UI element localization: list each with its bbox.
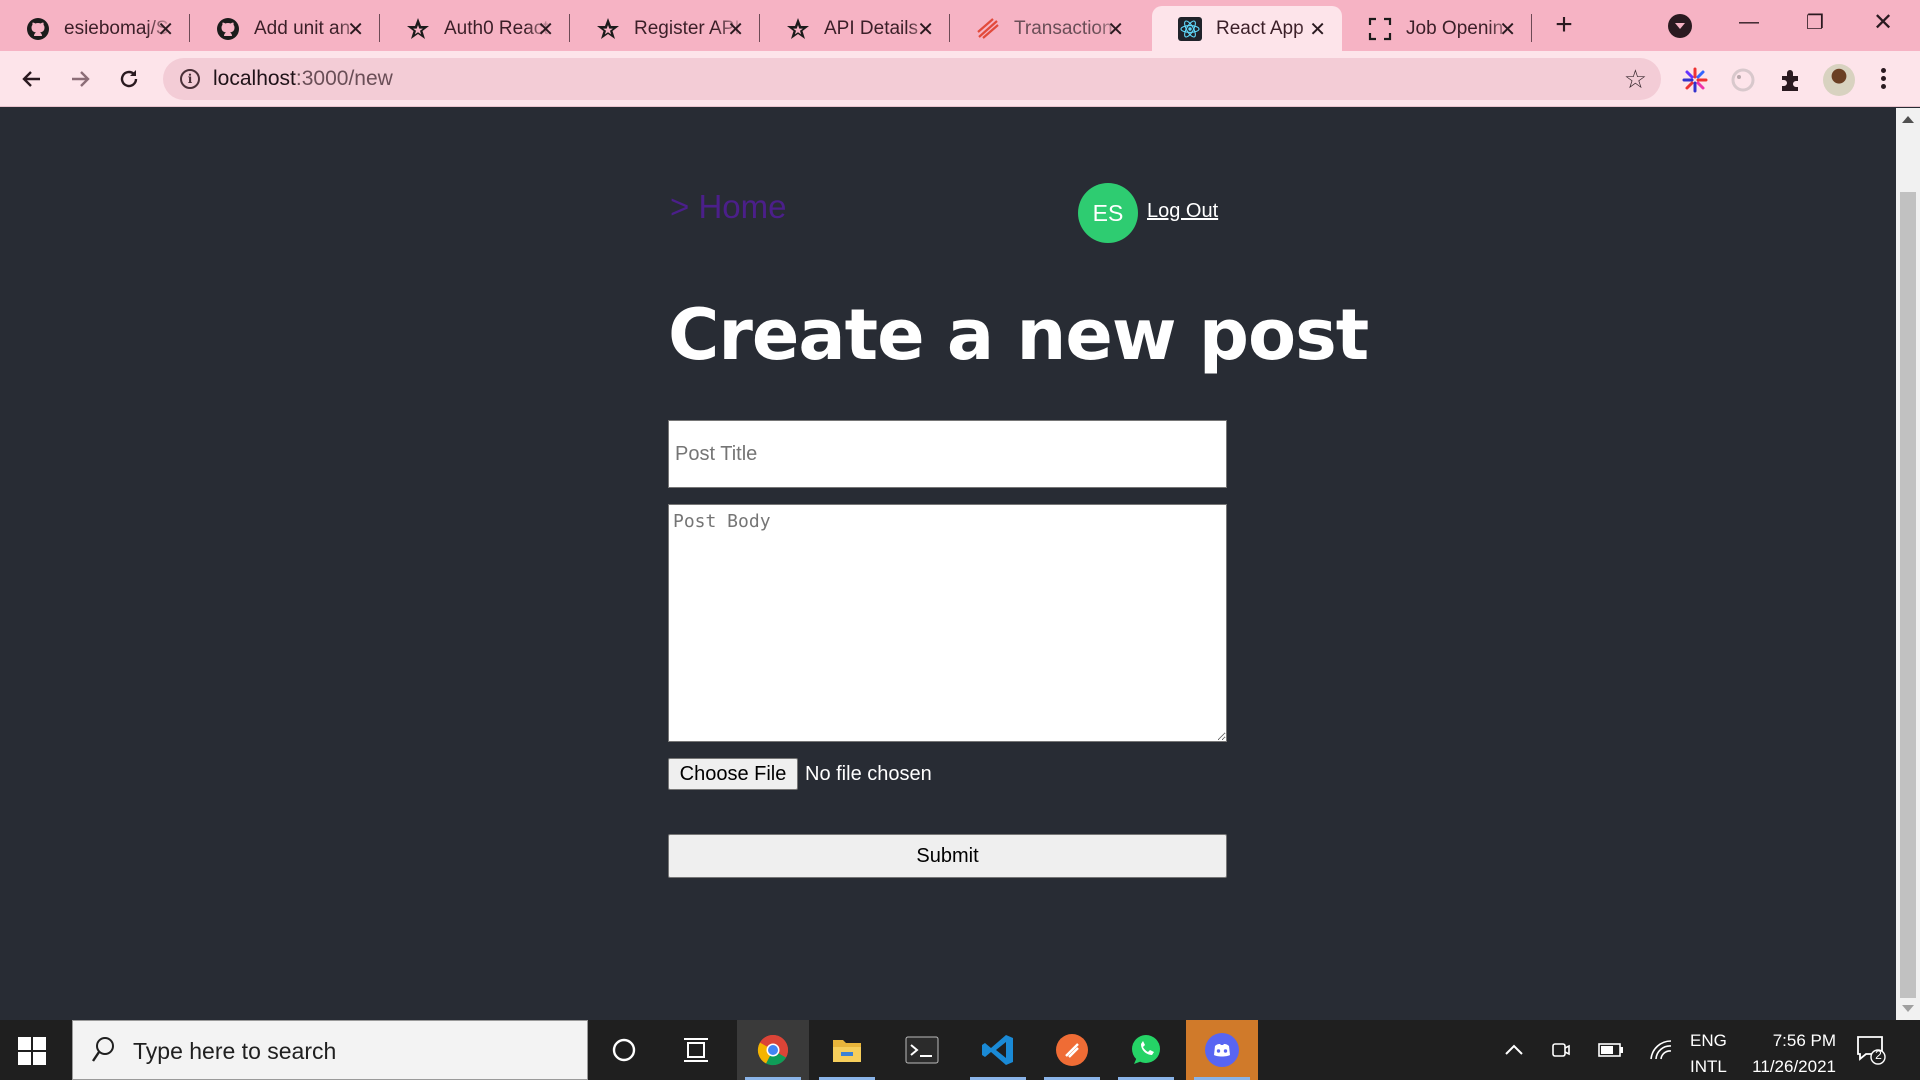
terminal-icon[interactable] bbox=[886, 1020, 958, 1080]
forward-icon[interactable] bbox=[62, 61, 98, 97]
logout-link[interactable]: Log Out bbox=[1147, 200, 1218, 223]
profile-avatar[interactable] bbox=[1823, 64, 1855, 96]
clock[interactable]: 7:56 PM 11/26/2021 bbox=[1740, 1028, 1836, 1080]
scroll-up-icon[interactable] bbox=[1902, 116, 1914, 123]
url-host: localhost bbox=[213, 67, 296, 90]
close-icon[interactable]: ✕ bbox=[1499, 17, 1516, 42]
taskbar-search[interactable]: Type here to search bbox=[72, 1020, 588, 1080]
tab-react-app[interactable]: React App ✕ bbox=[1152, 6, 1342, 51]
url-path: :3000/new bbox=[295, 67, 393, 90]
notification-center-icon[interactable]: 2 bbox=[1856, 1034, 1886, 1066]
close-icon[interactable]: ✕ bbox=[1107, 17, 1124, 42]
url-text[interactable]: localhost:3000/new bbox=[213, 67, 393, 91]
tab-add-unit[interactable]: Add unit an ✕ bbox=[190, 6, 380, 51]
notification-count: 2 bbox=[1875, 1048, 1882, 1062]
tab-register-api[interactable]: Register API ✕ bbox=[570, 6, 760, 51]
wifi-icon[interactable] bbox=[1644, 1020, 1678, 1080]
extensions-puzzle-icon[interactable] bbox=[1776, 65, 1806, 95]
home-link[interactable]: > Home bbox=[670, 188, 786, 226]
page-content: > Home ES Log Out Create a new post Choo… bbox=[0, 108, 1896, 1020]
choose-file-button[interactable]: Choose File bbox=[668, 758, 798, 790]
whatsapp-icon[interactable] bbox=[1110, 1020, 1182, 1080]
minimize-icon[interactable]: — bbox=[1718, 0, 1780, 44]
tab-separator bbox=[1531, 14, 1532, 42]
extension-spinner-icon[interactable] bbox=[1728, 65, 1758, 95]
postman-app-icon[interactable] bbox=[1036, 1020, 1108, 1080]
restore-icon[interactable]: ❐ bbox=[1784, 0, 1846, 44]
show-hidden-icons-chevron-icon[interactable] bbox=[1496, 1020, 1532, 1080]
close-icon[interactable]: ✕ bbox=[347, 17, 364, 42]
info-icon[interactable]: i bbox=[180, 69, 200, 89]
user-avatar: ES bbox=[1078, 183, 1138, 243]
tab-job-openings[interactable]: Job Openin ✕ bbox=[1342, 6, 1532, 51]
battery-icon[interactable] bbox=[1594, 1020, 1628, 1080]
close-icon[interactable]: ✕ bbox=[157, 17, 174, 42]
page-title: Create a new post bbox=[668, 294, 1369, 376]
tab-api-details[interactable]: API Details ✕ bbox=[760, 6, 950, 51]
auth0-icon bbox=[596, 17, 620, 41]
clock-date: 11/26/2021 bbox=[1752, 1057, 1836, 1076]
clock-time: 7:56 PM bbox=[1772, 1031, 1836, 1050]
task-view-icon[interactable] bbox=[660, 1020, 732, 1080]
language-code: ENG bbox=[1690, 1031, 1727, 1050]
chrome-icon[interactable] bbox=[737, 1020, 809, 1080]
scrollbar-thumb[interactable] bbox=[1900, 192, 1916, 998]
windows-start-icon[interactable] bbox=[18, 1037, 46, 1065]
reload-icon[interactable] bbox=[111, 61, 147, 97]
meet-now-icon[interactable] bbox=[1546, 1020, 1576, 1080]
discord-icon[interactable] bbox=[1186, 1020, 1258, 1080]
github-icon bbox=[216, 17, 240, 41]
close-icon[interactable]: ✕ bbox=[1309, 17, 1326, 42]
page-scrollbar[interactable] bbox=[1896, 108, 1920, 1020]
browser-toolbar: i localhost:3000/new ☆ bbox=[0, 51, 1920, 107]
scroll-down-icon[interactable] bbox=[1902, 1005, 1914, 1012]
search-placeholder: Type here to search bbox=[133, 1038, 337, 1064]
tab-transaction[interactable]: Transaction ✕ bbox=[950, 6, 1140, 51]
tab-strip: esiebomaj/S ✕ Add unit an ✕ Auth0 React … bbox=[0, 0, 1920, 51]
fullscreen-icon bbox=[1368, 17, 1392, 41]
postman-icon bbox=[976, 17, 1000, 41]
tab-search-icon[interactable] bbox=[1668, 14, 1692, 38]
close-icon[interactable]: ✕ bbox=[727, 17, 744, 42]
input-language[interactable]: ENG INTL bbox=[1690, 1028, 1727, 1080]
auth0-icon bbox=[786, 17, 810, 41]
close-icon[interactable]: ✕ bbox=[917, 17, 934, 42]
auth0-icon bbox=[406, 17, 430, 41]
vscode-icon[interactable] bbox=[962, 1020, 1034, 1080]
back-icon[interactable] bbox=[14, 61, 50, 97]
address-bar[interactable]: i localhost:3000/new ☆ bbox=[163, 58, 1661, 100]
file-status: No file chosen bbox=[805, 762, 932, 785]
post-title-input[interactable] bbox=[668, 420, 1227, 488]
react-icon bbox=[1178, 16, 1202, 41]
post-body-textarea[interactable] bbox=[668, 504, 1227, 742]
keyboard-layout: INTL bbox=[1690, 1057, 1727, 1076]
file-explorer-icon[interactable] bbox=[811, 1020, 883, 1080]
tab-auth0-react[interactable]: Auth0 React ✕ bbox=[380, 6, 570, 51]
tab-esiebomaj[interactable]: esiebomaj/S ✕ bbox=[0, 6, 190, 51]
submit-button[interactable]: Submit bbox=[668, 834, 1227, 878]
menu-dots-icon[interactable] bbox=[1878, 65, 1888, 95]
github-icon bbox=[26, 17, 50, 41]
new-tab-button[interactable]: + bbox=[1550, 8, 1578, 42]
windows-taskbar: Type here to search ENG INTL 7:56 PM 11/… bbox=[0, 1020, 1920, 1080]
bookmark-star-icon[interactable]: ☆ bbox=[1624, 64, 1647, 95]
search-icon bbox=[91, 1036, 115, 1064]
close-icon[interactable]: ✕ bbox=[537, 17, 554, 42]
extension-burst-icon[interactable] bbox=[1680, 65, 1710, 95]
close-window-icon[interactable]: ✕ bbox=[1852, 0, 1914, 44]
cortana-icon[interactable] bbox=[588, 1020, 660, 1080]
file-upload: Choose File No file chosen bbox=[668, 758, 932, 790]
